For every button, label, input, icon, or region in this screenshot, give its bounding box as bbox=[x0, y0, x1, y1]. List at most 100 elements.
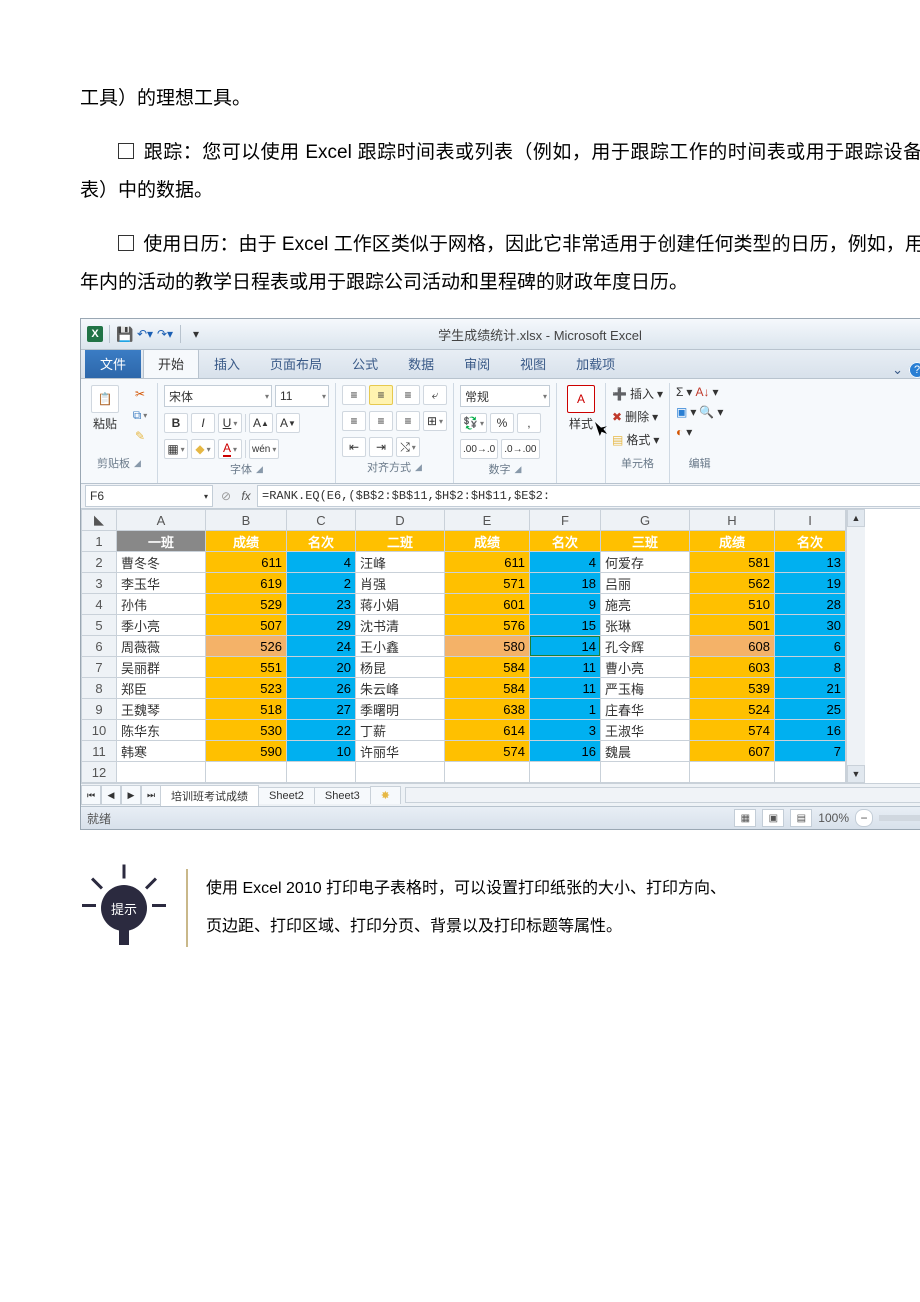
cell[interactable]: 郑臣 bbox=[117, 678, 206, 699]
qat-customize[interactable]: ▾ bbox=[187, 325, 205, 343]
sheet-tab-1[interactable]: 培训班考试成绩 bbox=[160, 785, 259, 806]
cell[interactable]: 季小亮 bbox=[117, 615, 206, 636]
row-header[interactable]: 2 bbox=[82, 552, 117, 573]
cell[interactable]: 608 bbox=[690, 636, 775, 657]
cell[interactable]: 25 bbox=[775, 699, 846, 720]
cell[interactable]: 韩寒 bbox=[117, 741, 206, 762]
view-page-layout[interactable]: ▣ bbox=[762, 809, 784, 827]
cell[interactable]: 584 bbox=[445, 657, 530, 678]
paste-button[interactable]: 📋 粘贴 bbox=[87, 385, 123, 432]
phonetic-button[interactable]: wén▾ bbox=[249, 439, 279, 459]
indent-inc[interactable]: ⇥ bbox=[369, 437, 393, 457]
cell[interactable]: 庄春华 bbox=[601, 699, 690, 720]
col-header[interactable]: F bbox=[530, 510, 601, 531]
tab-data[interactable]: 数据 bbox=[393, 348, 449, 378]
col-header[interactable]: D bbox=[356, 510, 445, 531]
align-top[interactable]: ≡ bbox=[342, 385, 366, 405]
cell[interactable]: 574 bbox=[690, 720, 775, 741]
cell[interactable]: 601 bbox=[445, 594, 530, 615]
row-header[interactable]: 5 bbox=[82, 615, 117, 636]
cell[interactable] bbox=[530, 762, 601, 783]
horizontal-scrollbar[interactable] bbox=[405, 787, 920, 803]
vertical-scrollbar[interactable]: ▲▼ bbox=[846, 509, 865, 783]
underline-button[interactable]: U▾ bbox=[218, 413, 242, 433]
cell[interactable]: 孔令辉 bbox=[601, 636, 690, 657]
wrap-text[interactable]: ⤶ bbox=[423, 385, 447, 405]
row-header[interactable]: 6 bbox=[82, 636, 117, 657]
tab-file[interactable]: 文件 bbox=[85, 348, 141, 378]
styles-button[interactable]: A样式 bbox=[563, 385, 599, 432]
help-button[interactable]: ? bbox=[909, 362, 920, 378]
cell[interactable]: 8 bbox=[775, 657, 846, 678]
align-bottom[interactable]: ≡ bbox=[396, 385, 420, 405]
cell[interactable]: 1 bbox=[530, 699, 601, 720]
align-center[interactable]: ≡ bbox=[369, 411, 393, 431]
cell[interactable]: 6 bbox=[775, 636, 846, 657]
cell[interactable]: 14 bbox=[530, 636, 601, 657]
sheet-next[interactable]: ▶ bbox=[121, 785, 141, 805]
cell[interactable]: 王淑华 bbox=[601, 720, 690, 741]
cell[interactable]: 王魏琴 bbox=[117, 699, 206, 720]
cell[interactable]: 529 bbox=[206, 594, 287, 615]
cell[interactable]: 施亮 bbox=[601, 594, 690, 615]
align-left[interactable]: ≡ bbox=[342, 411, 366, 431]
row-header[interactable]: 1 bbox=[82, 531, 117, 552]
indent-dec[interactable]: ⇤ bbox=[342, 437, 366, 457]
orientation-button[interactable]: ⤭▾ bbox=[396, 437, 420, 457]
copy-button[interactable]: ⧉▾ bbox=[129, 406, 151, 424]
cell[interactable]: 18 bbox=[530, 573, 601, 594]
shrink-font-button[interactable]: A▼ bbox=[276, 413, 300, 433]
new-sheet-button[interactable]: ✸ bbox=[370, 786, 401, 804]
cell[interactable] bbox=[690, 762, 775, 783]
font-color-button[interactable]: A▾ bbox=[218, 439, 242, 459]
undo-button[interactable]: ↶▾ bbox=[136, 325, 154, 343]
header-cell[interactable]: 二班 bbox=[356, 531, 445, 552]
row-header[interactable]: 12 bbox=[82, 762, 117, 783]
cell[interactable]: 丁薪 bbox=[356, 720, 445, 741]
cell[interactable]: 陈华东 bbox=[117, 720, 206, 741]
row-header[interactable]: 10 bbox=[82, 720, 117, 741]
col-header[interactable]: H bbox=[690, 510, 775, 531]
cell[interactable]: 611 bbox=[206, 552, 287, 573]
cell[interactable]: 11 bbox=[530, 657, 601, 678]
fill-color-button[interactable]: ◆▾ bbox=[191, 439, 215, 459]
sheet-first[interactable]: ⏮ bbox=[81, 785, 101, 805]
cell[interactable]: 汪峰 bbox=[356, 552, 445, 573]
tab-addin[interactable]: 加载项 bbox=[561, 348, 630, 378]
sheet-last[interactable]: ⏭ bbox=[141, 785, 161, 805]
cell[interactable]: 15 bbox=[530, 615, 601, 636]
tab-view[interactable]: 视图 bbox=[505, 348, 561, 378]
cell[interactable]: 580 bbox=[445, 636, 530, 657]
cell[interactable]: 510 bbox=[690, 594, 775, 615]
cell[interactable]: 沈书清 bbox=[356, 615, 445, 636]
row-header[interactable]: 3 bbox=[82, 573, 117, 594]
cell[interactable]: 7 bbox=[775, 741, 846, 762]
cell[interactable]: 581 bbox=[690, 552, 775, 573]
cell[interactable]: 19 bbox=[775, 573, 846, 594]
cell[interactable]: 孙伟 bbox=[117, 594, 206, 615]
formula-input[interactable]: =RANK.EQ(E6,($B$2:$B$11,$H$2:$H$11,$E$2: bbox=[257, 485, 920, 507]
ribbon-minimize-icon[interactable]: ⌄ bbox=[892, 362, 903, 378]
cell[interactable]: 507 bbox=[206, 615, 287, 636]
tab-review[interactable]: 审阅 bbox=[449, 348, 505, 378]
cell[interactable]: 526 bbox=[206, 636, 287, 657]
cell[interactable]: 16 bbox=[530, 741, 601, 762]
cell[interactable]: 22 bbox=[287, 720, 356, 741]
delete-button[interactable]: 删除 bbox=[625, 408, 649, 425]
cell[interactable]: 许丽华 bbox=[356, 741, 445, 762]
percent-button[interactable]: % bbox=[490, 413, 514, 433]
col-header[interactable]: B bbox=[206, 510, 287, 531]
cell[interactable]: 590 bbox=[206, 741, 287, 762]
cell[interactable] bbox=[445, 762, 530, 783]
inc-decimal[interactable]: .00→.0 bbox=[460, 439, 498, 459]
font-name-select[interactable]: 宋体▾ bbox=[164, 385, 272, 407]
cell[interactable]: 20 bbox=[287, 657, 356, 678]
cell[interactable]: 607 bbox=[690, 741, 775, 762]
cell[interactable]: 501 bbox=[690, 615, 775, 636]
cell[interactable] bbox=[601, 762, 690, 783]
cell[interactable] bbox=[356, 762, 445, 783]
cell[interactable] bbox=[206, 762, 287, 783]
cell[interactable]: 28 bbox=[775, 594, 846, 615]
row-header[interactable]: 7 bbox=[82, 657, 117, 678]
cell[interactable]: 619 bbox=[206, 573, 287, 594]
